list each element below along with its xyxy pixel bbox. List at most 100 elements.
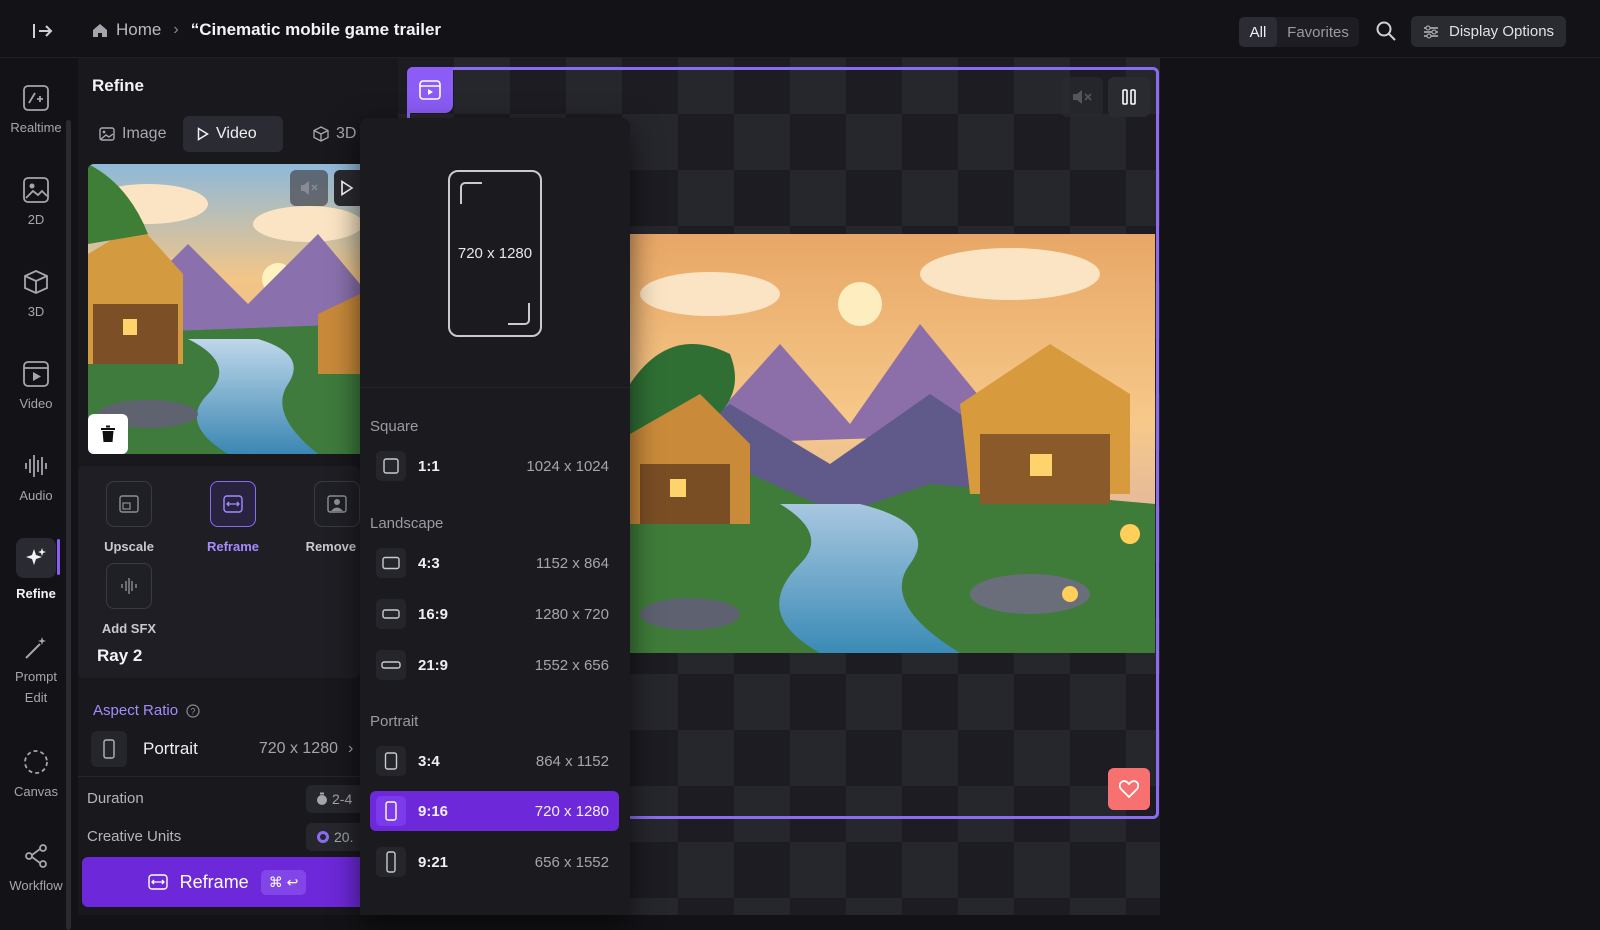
video-frame-icon xyxy=(419,80,441,100)
collapse-sidebar-icon[interactable] xyxy=(30,20,56,42)
share-icon xyxy=(22,842,50,870)
credits-label: Creative Units xyxy=(87,828,182,845)
home-icon[interactable] xyxy=(92,23,108,38)
pause-icon xyxy=(1122,89,1136,105)
breadcrumb-separator: › xyxy=(173,21,179,38)
ratio-square-icon xyxy=(376,451,406,481)
nav-label: Prompt xyxy=(15,669,57,684)
nav-item-3d[interactable]: 3D xyxy=(0,268,72,319)
favorite-button[interactable] xyxy=(1108,768,1150,810)
video-icon xyxy=(22,360,50,388)
nav-label: Audio xyxy=(19,488,53,503)
tool-remove-background[interactable]: Remove E xyxy=(287,481,360,554)
frame-badge xyxy=(407,67,453,113)
chevron-right-icon: › xyxy=(348,740,354,757)
nav-label: Realtime xyxy=(10,120,62,135)
ratio-option-1-1[interactable]: 1:1 1024 x 1024 xyxy=(370,446,619,486)
tool-label: Add SFX xyxy=(101,621,157,636)
tab-label: 3D xyxy=(336,125,357,142)
nav-item-video[interactable]: Video xyxy=(0,360,72,411)
tool-reframe[interactable]: Reframe xyxy=(183,481,283,554)
nav-item-canvas[interactable]: Canvas xyxy=(0,748,72,799)
pause-button[interactable] xyxy=(1108,77,1150,117)
ratio-option-16-9[interactable]: 16:9 1280 x 720 xyxy=(370,594,619,634)
nav-item-refine[interactable]: Refine xyxy=(0,538,72,601)
cube-icon xyxy=(313,126,329,142)
filter-all[interactable]: All xyxy=(1239,17,1277,47)
filter-favorites[interactable]: Favorites xyxy=(1277,17,1359,47)
nav-item-workflow[interactable]: Workflow xyxy=(0,842,72,893)
ratio-preview-area: 720 x 1280 xyxy=(360,118,630,388)
tab-video[interactable]: Video xyxy=(183,116,283,152)
reframe-icon xyxy=(147,874,168,890)
tool-add-sfx[interactable]: Add SFX xyxy=(79,563,179,636)
ratio-ultrawide-icon xyxy=(376,650,406,680)
duration-label: Duration xyxy=(87,790,144,807)
delete-button[interactable] xyxy=(88,414,128,454)
nav-scrollbar[interactable] xyxy=(66,120,71,930)
tab-image[interactable]: Image xyxy=(85,116,180,152)
aspect-ratio-value: Portrait xyxy=(143,739,198,758)
upscale-icon xyxy=(106,481,152,527)
main-preview-image xyxy=(630,234,1155,653)
ratio-name: 9:16 xyxy=(418,802,449,820)
ratio-option-21-9[interactable]: 21:9 1552 x 656 xyxy=(370,645,619,685)
audio-wave-icon xyxy=(106,563,152,609)
ratio-name: 3:4 xyxy=(418,752,440,770)
preview-dims: 720 x 1280 xyxy=(457,245,533,262)
svg-text:?: ? xyxy=(191,706,196,716)
section-landscape: Landscape xyxy=(370,515,444,532)
ratio-option-9-21[interactable]: 9:21 656 x 1552 xyxy=(370,842,619,882)
play-icon xyxy=(197,127,209,141)
reframe-submit-button[interactable]: Reframe ⌘ ↩ xyxy=(82,857,372,907)
divider xyxy=(78,776,360,777)
nav-item-audio[interactable]: Audio xyxy=(0,452,72,503)
reframe-button-label: Reframe xyxy=(179,871,249,892)
aspect-ratio-dims: 720 x 1280 xyxy=(258,740,338,757)
ratio-name: 21:9 xyxy=(418,656,449,674)
nav-item-realtime[interactable]: Realtime xyxy=(0,84,72,135)
help-icon[interactable]: ? xyxy=(186,703,200,718)
nav-label-2: Edit xyxy=(24,690,48,705)
nav-item-prompt-edit[interactable]: Prompt Edit xyxy=(0,634,72,708)
nav-label: Workflow xyxy=(9,878,63,893)
tab-label: Video xyxy=(216,125,257,142)
aspect-ratio-select[interactable]: Portrait 720 x 1280 xyxy=(87,728,360,770)
ratio-dims: 720 x 1280 xyxy=(534,802,609,820)
tool-upscale[interactable]: Upscale xyxy=(79,481,179,554)
left-nav: Realtime 2D 3D Video Audio Refine Prompt… xyxy=(0,58,74,930)
thumb-play-button[interactable] xyxy=(334,170,360,206)
source-video-thumbnail[interactable] xyxy=(88,164,360,454)
search-icon[interactable] xyxy=(1375,20,1397,42)
mute-button[interactable] xyxy=(1061,77,1103,117)
ratio-name: 16:9 xyxy=(418,605,449,623)
timer-icon xyxy=(316,792,328,806)
canvas-gutter xyxy=(1160,58,1600,915)
ratio-name: 4:3 xyxy=(418,554,440,572)
ratio-option-9-16[interactable]: 9:16 720 x 1280 xyxy=(370,791,619,831)
ratio-wide-icon xyxy=(376,599,406,629)
ratio-option-3-4[interactable]: 3:4 864 x 1152 xyxy=(370,741,619,781)
section-portrait: Portrait xyxy=(370,713,419,730)
audio-wave-icon xyxy=(22,452,50,480)
thumb-mute-button[interactable] xyxy=(290,170,328,206)
aspect-ratio-label: Aspect Ratio xyxy=(93,702,179,719)
top-bar: Home › “Cinematic mobile game trailer Al… xyxy=(0,0,1600,58)
nav-label: 3D xyxy=(27,304,45,319)
sliders-icon xyxy=(1423,25,1439,39)
nav-item-2d[interactable]: 2D xyxy=(0,176,72,227)
reframe-icon xyxy=(210,481,256,527)
ratio-portrait-icon xyxy=(376,746,406,776)
trash-icon xyxy=(100,425,116,443)
ratio-dims: 1280 x 720 xyxy=(534,605,609,623)
nav-label: 2D xyxy=(27,212,45,227)
duration-value: 2-4 xyxy=(332,791,353,807)
image-icon xyxy=(22,176,50,204)
canvas-icon xyxy=(22,748,50,776)
breadcrumb-home[interactable]: Home xyxy=(116,20,161,40)
tool-label: Remove E xyxy=(305,539,360,554)
image-icon xyxy=(99,127,115,141)
display-options-button[interactable]: Display Options xyxy=(1411,16,1566,47)
ratio-option-4-3[interactable]: 4:3 1152 x 864 xyxy=(370,543,619,583)
display-options-label: Display Options xyxy=(1449,23,1555,40)
